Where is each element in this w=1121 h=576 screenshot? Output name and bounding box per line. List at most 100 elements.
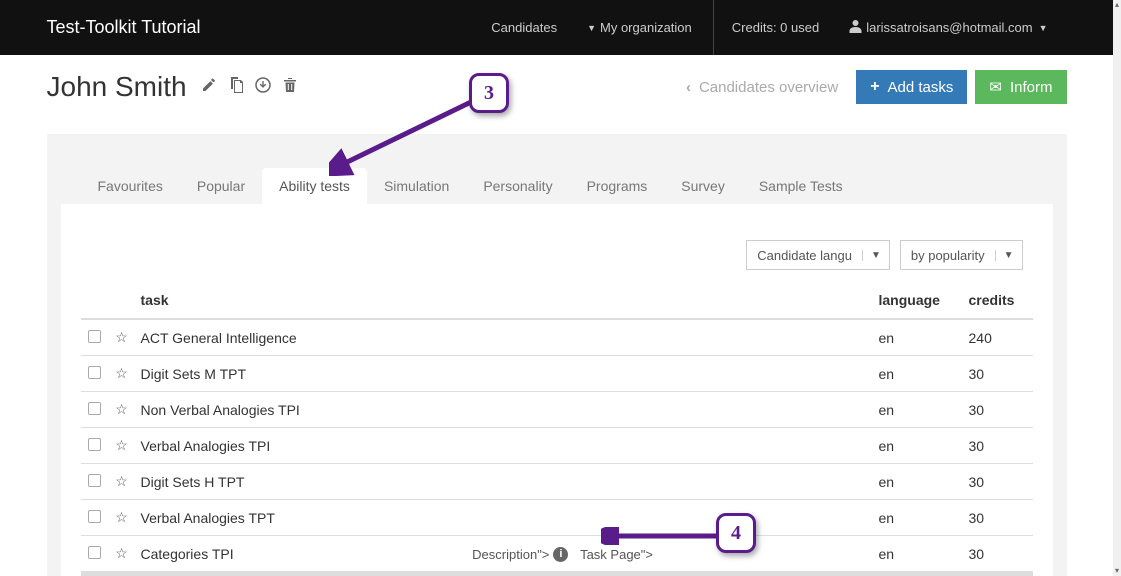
task-name-cell[interactable]: Verbal Analogies TPT: [135, 500, 873, 536]
task-language-cell: en: [873, 356, 963, 392]
task-language-cell: en: [873, 319, 963, 356]
row-checkbox[interactable]: [88, 546, 101, 559]
description-hint[interactable]: Description">i: [472, 547, 568, 562]
task-credits-cell: 240: [963, 319, 1033, 356]
table-row: ☆ ACT General Intelligenceen240: [81, 319, 1033, 356]
top-nav: Candidates ▼ My organization Credits: 0 …: [476, 0, 1066, 55]
tab-list: Favourites Popular Ability tests Simulat…: [61, 148, 1053, 204]
tab-sample-tests[interactable]: Sample Tests: [742, 168, 860, 204]
sort-select[interactable]: by popularity ▼: [900, 240, 1023, 270]
candidate-language-select[interactable]: Candidate langu ▼: [746, 240, 890, 270]
annotation-arrow-3: [329, 96, 477, 176]
chevron-down-icon: ▼: [1039, 23, 1048, 33]
row-checkbox[interactable]: [88, 510, 101, 523]
task-name-cell[interactable]: Digit Sets H TPT: [135, 464, 873, 500]
trash-icon[interactable]: [283, 77, 297, 98]
task-credits-cell: 30: [963, 356, 1033, 392]
envelope-icon: ✉: [989, 78, 1002, 96]
annotation-callout-3: 3: [469, 73, 509, 113]
col-language[interactable]: language: [873, 284, 963, 319]
download-icon[interactable]: [255, 77, 271, 98]
app-brand[interactable]: Test-Toolkit Tutorial: [47, 17, 201, 38]
task-name-cell[interactable]: Verbal Analogies TPI: [135, 428, 873, 464]
main-panel: Favourites Popular Ability tests Simulat…: [47, 134, 1067, 576]
page-title: John Smith: [47, 71, 187, 103]
task-language-cell: en: [873, 536, 963, 572]
col-task[interactable]: task: [135, 284, 873, 319]
scroll-up-icon[interactable]: ▴: [1113, 0, 1121, 10]
scroll-viewport[interactable]: Test-Toolkit Tutorial Candidates ▼ My or…: [0, 0, 1113, 576]
tab-content: Candidate langu ▼ by popularity ▼ task l…: [61, 204, 1053, 576]
info-icon: i: [553, 547, 568, 562]
top-bar: Test-Toolkit Tutorial Candidates ▼ My or…: [0, 0, 1113, 55]
row-checkbox[interactable]: [88, 402, 101, 415]
tab-favourites[interactable]: Favourites: [81, 168, 180, 204]
edit-icon[interactable]: [201, 77, 217, 98]
task-name-cell[interactable]: Categories TPI Description">i Task Page"…: [135, 536, 873, 572]
plus-icon: +: [870, 78, 879, 96]
filters-row: Candidate langu ▼ by popularity ▼: [81, 240, 1033, 270]
row-checkbox[interactable]: [88, 330, 101, 343]
scroll-down-icon[interactable]: ▾: [1113, 566, 1121, 576]
tab-programs[interactable]: Programs: [570, 168, 665, 204]
favourite-star-icon[interactable]: ☆: [115, 509, 128, 525]
table-row: ☆Non Verbal Analogies TPIen30: [81, 392, 1033, 428]
nav-user-label: larissatroisans@hotmail.com: [866, 20, 1032, 35]
back-to-candidates-link[interactable]: ‹ Candidates overview: [686, 79, 838, 96]
task-page-hint[interactable]: Task Page">: [580, 547, 653, 562]
chevron-left-icon: ‹: [686, 79, 691, 96]
favourite-star-icon[interactable]: ☆: [115, 437, 128, 453]
user-icon: [849, 19, 862, 36]
task-language-cell: en: [873, 392, 963, 428]
nav-user-menu[interactable]: larissatroisans@hotmail.com ▼: [834, 0, 1066, 55]
more-tasks-button[interactable]: ↓ More tasks ↓: [81, 572, 1033, 576]
tab-personality[interactable]: Personality: [466, 168, 569, 204]
table-row: ☆ Digit Sets H TPTen30: [81, 464, 1033, 500]
task-language-cell: en: [873, 500, 963, 536]
task-credits-cell: 30: [963, 536, 1033, 572]
favourite-star-icon[interactable]: ☆: [115, 329, 128, 345]
outer-scrollbar[interactable]: [1113, 0, 1121, 576]
tab-popular[interactable]: Popular: [180, 168, 262, 204]
favourite-star-icon[interactable]: ☆: [115, 401, 128, 417]
nav-credits[interactable]: Credits: 0 used: [713, 0, 834, 55]
row-checkbox[interactable]: [88, 474, 101, 487]
add-tasks-button[interactable]: + Add tasks: [856, 70, 967, 104]
page-header: John Smith: [47, 70, 1067, 104]
annotation-arrow-4: [601, 527, 721, 545]
task-language-cell: en: [873, 464, 963, 500]
chevron-down-icon: ▼: [587, 23, 596, 33]
table-row: ☆ Verbal Analogies TPTen30: [81, 500, 1033, 536]
annotation-callout-4: 4: [716, 513, 756, 553]
inform-label: Inform: [1010, 79, 1053, 96]
add-tasks-label: Add tasks: [888, 79, 954, 96]
col-credits[interactable]: credits: [963, 284, 1033, 319]
nav-my-organization[interactable]: ▼ My organization: [572, 0, 707, 55]
title-actions: [201, 77, 297, 98]
inform-button[interactable]: ✉ Inform: [975, 70, 1066, 104]
favourite-star-icon[interactable]: ☆: [115, 473, 128, 489]
back-link-label: Candidates overview: [699, 79, 838, 96]
task-credits-cell: 30: [963, 428, 1033, 464]
sort-select-value: by popularity: [911, 248, 985, 263]
chevron-down-icon: ▼: [995, 250, 1014, 261]
favourite-star-icon[interactable]: ☆: [115, 545, 128, 561]
row-checkbox[interactable]: [88, 366, 101, 379]
task-credits-cell: 30: [963, 464, 1033, 500]
row-checkbox[interactable]: [88, 438, 101, 451]
language-select-value: Candidate langu: [757, 248, 852, 263]
task-credits-cell: 30: [963, 500, 1033, 536]
table-row: ☆ Verbal Analogies TPIen30: [81, 428, 1033, 464]
chevron-down-icon: ▼: [862, 250, 881, 261]
table-row: ☆ Categories TPI Description">i Task Page…: [81, 536, 1033, 572]
task-name-cell[interactable]: Non Verbal Analogies TPI: [135, 392, 873, 428]
favourite-star-icon[interactable]: ☆: [115, 365, 128, 381]
copy-icon[interactable]: [229, 77, 243, 98]
tab-survey[interactable]: Survey: [664, 168, 742, 204]
task-name-cell[interactable]: ACT General Intelligence: [135, 319, 873, 356]
task-name-cell[interactable]: Digit Sets M TPT: [135, 356, 873, 392]
nav-candidates[interactable]: Candidates: [476, 0, 572, 55]
table-row: ☆ Digit Sets M TPTen30: [81, 356, 1033, 392]
task-language-cell: en: [873, 428, 963, 464]
tasks-table: task language credits ☆ ACT General Intel…: [81, 284, 1033, 576]
